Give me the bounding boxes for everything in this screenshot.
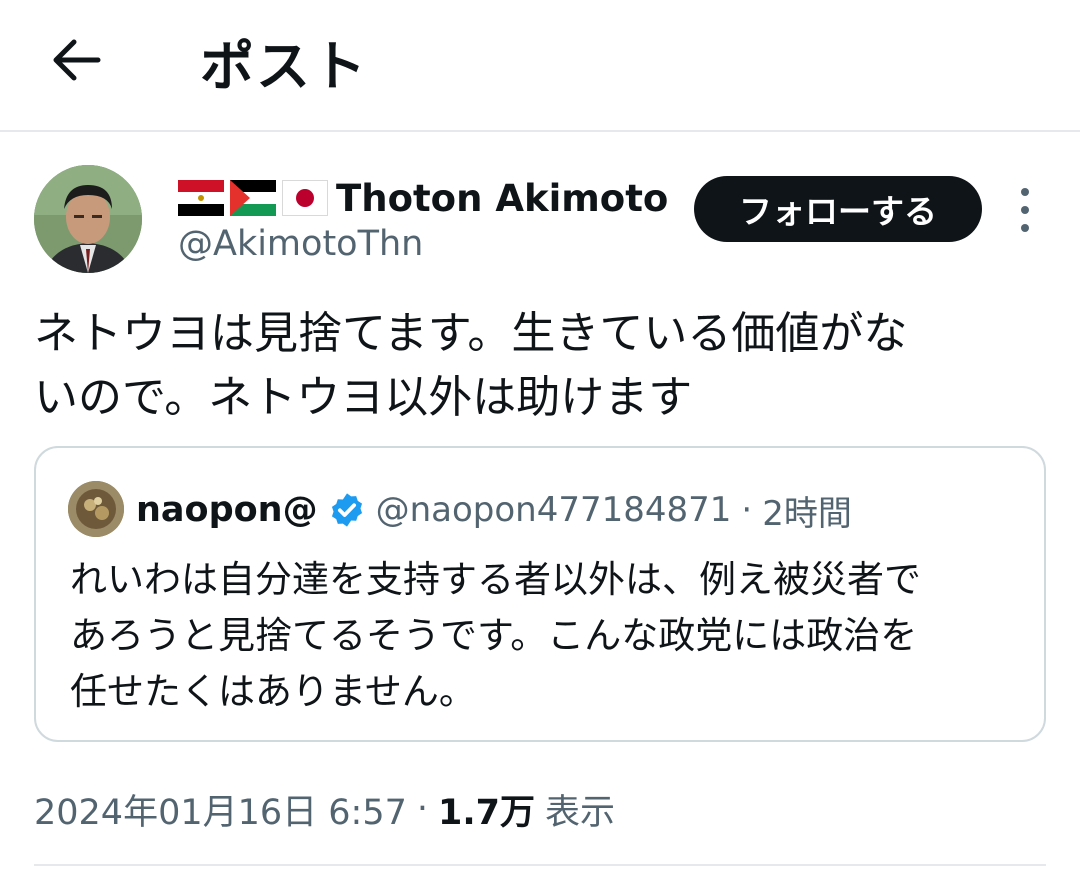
views-count: 1.7万 <box>438 792 536 833</box>
palestine-flag-icon <box>230 180 276 216</box>
quoted-post[interactable]: naopon@ @naopon477184871 · 2時間 れいわは自分達を支… <box>34 446 1046 742</box>
post-timestamp[interactable]: 2024年01月16日 6:57 <box>34 784 407 835</box>
quote-author-name: naopon@ <box>136 490 318 530</box>
more-options-button[interactable] <box>1005 188 1045 232</box>
quote-separator: · <box>741 490 753 530</box>
divider <box>34 864 1046 866</box>
more-vertical-icon-dot <box>1021 188 1029 196</box>
post-meta: 2024年01月16日 6:57 · 1.7万 表示 <box>34 784 615 834</box>
author-name-row[interactable]: Thoton Akimoto <box>178 170 668 226</box>
follow-button[interactable]: フォローする <box>694 176 982 242</box>
post-text: ネトウヨは見捨てます。生きている価値がな いので。ネトウヨ以外は助けます <box>34 308 908 423</box>
views-label: 表示 <box>545 792 616 833</box>
top-bar: ポスト <box>0 0 1080 132</box>
quote-text: れいわは自分達を支持する者以外は、例え被災者で あろうと見捨てるそうです。こんな… <box>70 558 921 713</box>
japan-flag-icon <box>282 180 328 216</box>
back-button[interactable] <box>40 24 112 96</box>
meta-separator: · <box>416 789 429 829</box>
more-vertical-icon-dot <box>1021 224 1029 232</box>
quote-author-avatar <box>68 481 124 537</box>
avatar-photo <box>34 165 142 273</box>
quote-header: naopon@ @naopon477184871 · 2時間 <box>136 482 852 538</box>
flag-emojis <box>178 180 328 216</box>
quote-timestamp: 2時間 <box>762 493 852 534</box>
author-display-name: Thoton Akimoto <box>336 176 669 220</box>
author-avatar[interactable] <box>34 165 142 273</box>
page-title: ポスト <box>200 35 368 98</box>
arrow-left-icon <box>53 39 101 81</box>
verified-badge-icon <box>331 493 362 527</box>
quote-author-handle: @naopon477184871 <box>375 490 732 530</box>
egypt-flag-icon <box>178 180 224 216</box>
quote-avatar-photo <box>68 481 124 537</box>
author-handle[interactable]: @AkimotoThn <box>178 224 423 264</box>
more-vertical-icon-dot <box>1021 206 1029 214</box>
